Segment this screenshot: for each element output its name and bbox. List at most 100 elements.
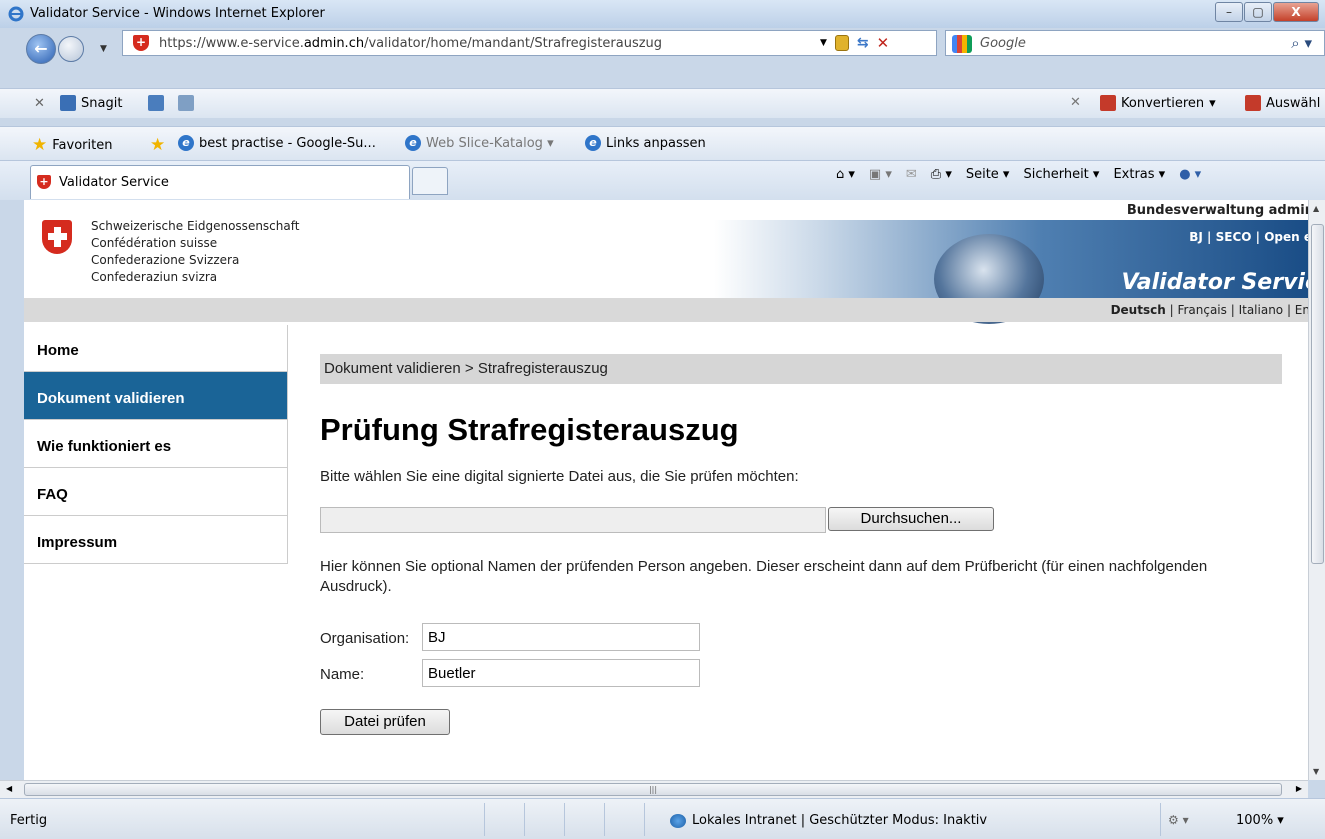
close-toolbar-icon[interactable]: ✕ bbox=[34, 96, 45, 111]
url-text[interactable]: https://www.e-service.admin.ch/validator… bbox=[159, 36, 662, 51]
address-bar[interactable]: + https://www.e-service.admin.ch/validat… bbox=[122, 30, 937, 56]
file-path-input[interactable] bbox=[320, 507, 826, 533]
scroll-right-icon[interactable]: ▶ bbox=[1296, 784, 1302, 793]
menu-sicherheit[interactable]: Sicherheit ▾ bbox=[1023, 167, 1099, 182]
scroll-down-icon[interactable]: ▼ bbox=[1313, 767, 1319, 776]
favorites-bar: ★ Favoriten ★ e best practise - Google-Su.… bbox=[0, 126, 1325, 160]
back-arrow-icon: ← bbox=[34, 39, 48, 58]
horizontal-scrollbar[interactable]: ◀ ||| ▶ bbox=[0, 780, 1308, 798]
status-bar: Fertig Lokales Intranet | Geschützter Mo… bbox=[0, 798, 1325, 839]
page-title: Prüfung Strafregisterauszug bbox=[320, 412, 739, 447]
name-label: Name: bbox=[320, 666, 365, 683]
vertical-scrollbar[interactable]: ▲ ▼ bbox=[1308, 200, 1325, 780]
ie-logo-icon bbox=[8, 6, 24, 22]
pdf-convert-icon bbox=[1100, 95, 1116, 111]
site-shield-icon: + bbox=[133, 35, 149, 51]
konvertieren-button[interactable]: Konvertieren ▾ bbox=[1100, 95, 1216, 111]
pdf-select-icon bbox=[1245, 95, 1261, 111]
scroll-left-icon[interactable]: ◀ bbox=[6, 784, 12, 793]
name-input[interactable]: Buetler bbox=[422, 659, 700, 687]
search-icon[interactable]: ⌕ ▾ bbox=[1291, 34, 1312, 52]
lang-deutsch[interactable]: Deutsch bbox=[1111, 303, 1166, 317]
site-shield-icon: + bbox=[37, 175, 51, 189]
address-row: ← ▼ + https://www.e-service.admin.ch/val… bbox=[0, 28, 1325, 88]
tab-row: + Validator Service ⌂ ▾ ▣ ▾ ✉ ⎙ ▾ Seite … bbox=[0, 160, 1325, 200]
lock-icon[interactable] bbox=[834, 35, 849, 51]
page-viewport: Schweizerische Eidgenossenschaft Confédé… bbox=[24, 200, 1308, 780]
snagit-capture-button[interactable] bbox=[148, 95, 164, 111]
edit-icon bbox=[178, 95, 194, 111]
favorite-link-links-anpassen[interactable]: e Links anpassen bbox=[585, 135, 706, 151]
main-content: Dokument validieren > Strafregisterauszu… bbox=[320, 354, 1282, 735]
home-icon[interactable]: ⌂ ▾ bbox=[836, 167, 855, 182]
window-frame-left bbox=[0, 200, 24, 780]
forward-button[interactable] bbox=[58, 36, 84, 62]
zoom-level[interactable]: 100% ▾ bbox=[1236, 813, 1284, 828]
feeds-icon[interactable]: ▣ ▾ bbox=[869, 167, 892, 182]
lang-others[interactable]: | Français | Italiano | En bbox=[1166, 303, 1308, 317]
nav-impressum[interactable]: Impressum bbox=[24, 516, 287, 564]
refresh-icon[interactable]: ⇆ bbox=[857, 35, 869, 51]
security-zone[interactable]: Lokales Intranet | Geschützter Modus: In… bbox=[670, 813, 987, 828]
title-bar: Validator Service - Windows Internet Exp… bbox=[0, 0, 1325, 28]
search-placeholder: Google bbox=[980, 36, 1026, 51]
address-dropdown-icon[interactable]: ▼ bbox=[820, 38, 827, 48]
organisation-input[interactable]: BJ bbox=[422, 623, 700, 651]
help-icon[interactable]: ● ▾ bbox=[1179, 167, 1201, 182]
vertical-scroll-thumb[interactable] bbox=[1311, 224, 1324, 564]
file-upload-row: Durchsuchen... bbox=[320, 507, 1282, 533]
tab-validator-service[interactable]: + Validator Service bbox=[30, 165, 410, 199]
scroll-up-icon[interactable]: ▲ bbox=[1313, 204, 1319, 213]
menu-extras[interactable]: Extras ▾ bbox=[1113, 167, 1165, 182]
ie-page-icon: e bbox=[178, 135, 194, 151]
status-text: Fertig bbox=[10, 813, 48, 828]
capture-icon bbox=[148, 95, 164, 111]
intranet-zone-icon bbox=[670, 813, 686, 828]
bundesverwaltung-link[interactable]: Bundesverwaltung admin bbox=[1127, 203, 1308, 218]
ie-page-icon: e bbox=[405, 135, 421, 151]
snagit-button[interactable]: Snagit bbox=[60, 95, 122, 111]
nav-home[interactable]: Home bbox=[24, 325, 287, 372]
snagit-edit-button[interactable] bbox=[178, 95, 194, 111]
header-banner: BJ | SECO | Open e Validator Servic bbox=[714, 220, 1308, 324]
protected-mode-icon[interactable]: ⚙ ▾ bbox=[1168, 813, 1189, 827]
history-dropdown-icon[interactable]: ▼ bbox=[100, 44, 107, 54]
favorite-link-webslice[interactable]: e Web Slice-Katalog ▾ bbox=[405, 135, 554, 151]
nav-wie-funktioniert-es[interactable]: Wie funktioniert es bbox=[24, 420, 287, 468]
browse-button[interactable]: Durchsuchen... bbox=[828, 507, 994, 531]
stop-icon[interactable]: ✕ bbox=[877, 34, 890, 52]
language-bar: Deutsch | Français | Italiano | En bbox=[24, 298, 1308, 322]
minimize-button[interactable]: – bbox=[1215, 2, 1243, 22]
command-bar: ⌂ ▾ ▣ ▾ ✉ ⎙ ▾ Seite ▾ Sicherheit ▾ Extra… bbox=[836, 167, 1201, 182]
new-tab-button[interactable] bbox=[412, 167, 448, 195]
datei-pruefen-button[interactable]: Datei prüfen bbox=[320, 709, 450, 735]
print-icon[interactable]: ⎙ ▾ bbox=[931, 167, 952, 182]
horizontal-scroll-thumb[interactable]: ||| bbox=[24, 783, 1282, 796]
maximize-button[interactable]: ▢ bbox=[1244, 2, 1272, 22]
close-button[interactable]: X bbox=[1273, 2, 1319, 22]
confed-line-rm: Confederaziun svizra bbox=[91, 270, 218, 284]
swiss-flag-logo bbox=[42, 220, 72, 254]
nav-dokument-validieren[interactable]: Dokument validieren bbox=[24, 372, 287, 420]
favorite-link-google[interactable]: e best practise - Google-Su... bbox=[178, 135, 376, 151]
menu-seite[interactable]: Seite ▾ bbox=[966, 167, 1010, 182]
confederation-names: Schweizerische Eidgenossenschaft Confédé… bbox=[91, 218, 299, 286]
back-button[interactable]: ← bbox=[26, 34, 56, 64]
add-favorite-icon[interactable]: ★ bbox=[150, 135, 165, 155]
service-links[interactable]: BJ | SECO | Open e bbox=[1189, 230, 1308, 244]
side-navigation: Home Dokument validieren Wie funktionier… bbox=[24, 325, 288, 564]
snagit-toolbar: ✕ Snagit ✕ Konvertieren ▾ Auswähl bbox=[0, 88, 1325, 118]
nav-faq[interactable]: FAQ bbox=[24, 468, 287, 516]
confed-line-de: Schweizerische Eidgenossenschaft bbox=[91, 219, 300, 233]
browser-window: Validator Service - Windows Internet Exp… bbox=[0, 0, 1325, 839]
confed-line-fr: Confédération suisse bbox=[91, 236, 218, 250]
organisation-label: Organisation: bbox=[320, 630, 410, 647]
favorites-button[interactable]: ★ Favoriten bbox=[32, 135, 112, 155]
confed-line-it: Confederazione Svizzera bbox=[91, 253, 240, 267]
auswahl-button[interactable]: Auswähl bbox=[1245, 95, 1320, 111]
favorites-star-icon: ★ bbox=[32, 135, 48, 155]
intro-text: Bitte wählen Sie eine digital signierte … bbox=[320, 468, 799, 485]
close-pdf-toolbar-icon[interactable]: ✕ bbox=[1070, 95, 1081, 110]
search-box[interactable]: Google ⌕ ▾ bbox=[945, 30, 1325, 56]
mail-icon[interactable]: ✉ bbox=[906, 167, 917, 182]
